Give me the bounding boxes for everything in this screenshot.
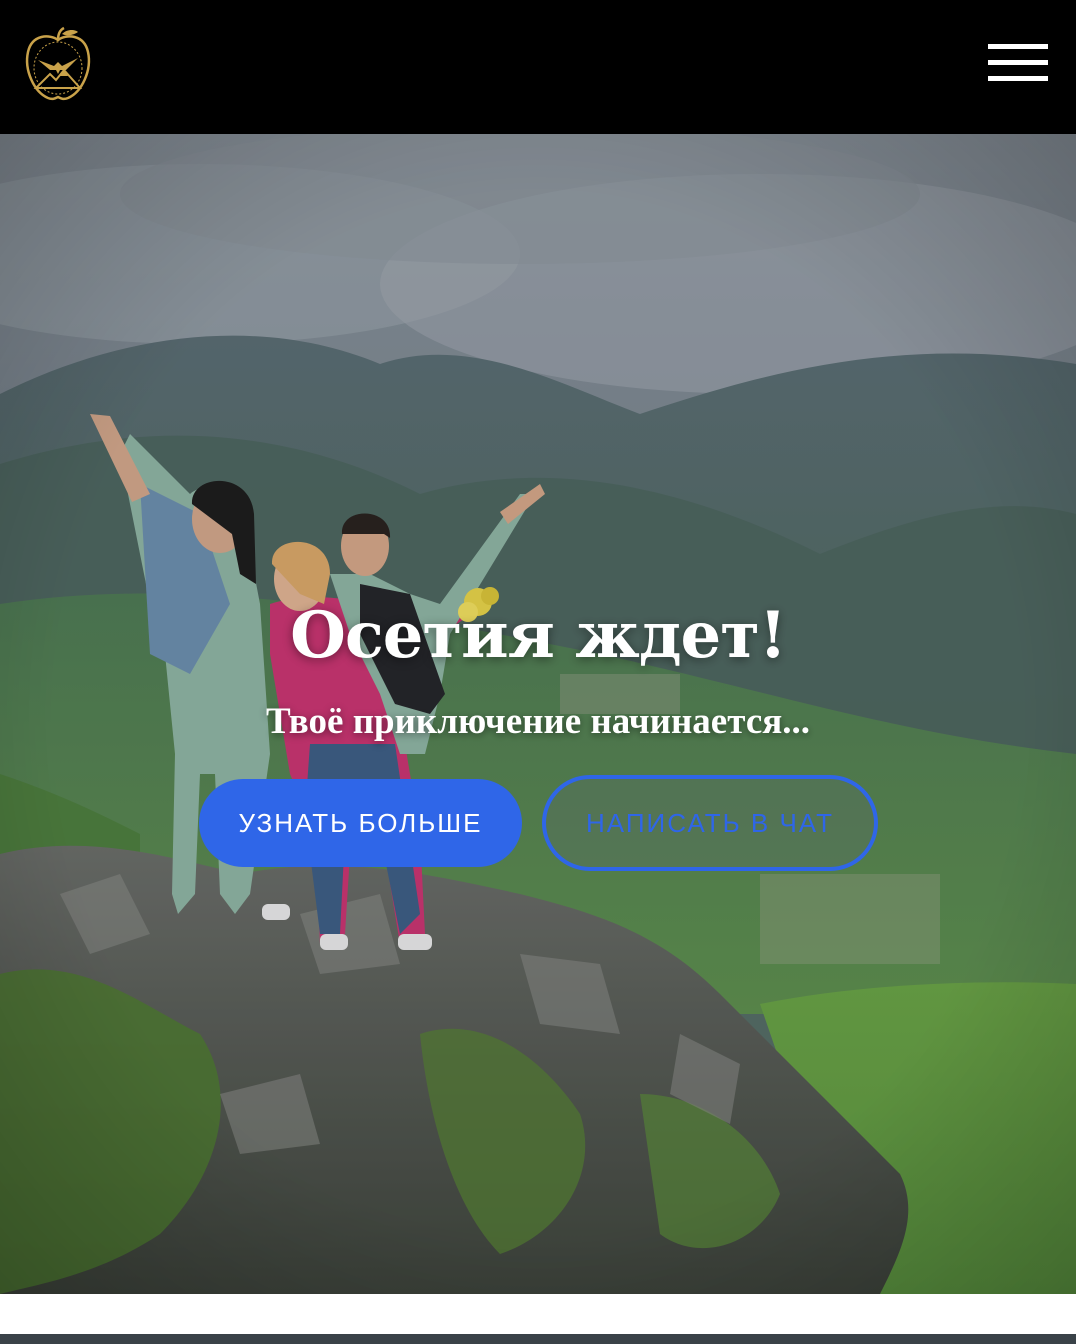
menu-line: [988, 44, 1048, 49]
write-to-chat-button[interactable]: НАПИСАТЬ В ЧАТ: [542, 775, 878, 871]
menu-line: [988, 60, 1048, 65]
hero-section: Осетия ждет! Твоё приключение начинается…: [0, 134, 1076, 1294]
next-section-preview: [0, 1334, 1076, 1344]
hero-title: Осетия ждет!: [290, 598, 787, 673]
hero-subtitle: Твоё приключение начинается...: [265, 701, 811, 742]
hamburger-menu-icon[interactable]: [984, 40, 1052, 88]
learn-more-button[interactable]: УЗНАТЬ БОЛЬШЕ: [199, 779, 522, 867]
menu-line: [988, 76, 1048, 81]
brand-logo-icon[interactable]: [22, 26, 94, 102]
site-header: [0, 0, 1076, 134]
